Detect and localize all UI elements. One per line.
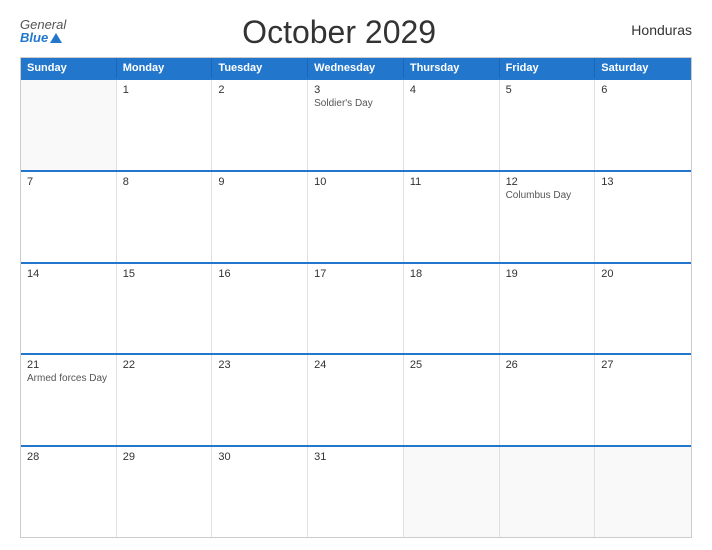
day-number: 26 xyxy=(506,359,589,371)
cal-cell-1-1: 8 xyxy=(117,172,213,262)
day-number: 15 xyxy=(123,268,206,280)
cal-cell-1-2: 9 xyxy=(212,172,308,262)
day-number: 5 xyxy=(506,84,589,96)
day-number: 22 xyxy=(123,359,206,371)
cal-cell-3-3: 24 xyxy=(308,355,404,445)
calendar-week-2: 7 89 10 11 12 Columbus Day 13 xyxy=(21,170,691,262)
day-number: 28 xyxy=(27,451,110,463)
cal-cell-0-3: 3 Soldier's Day xyxy=(308,80,404,170)
day-number: 20 xyxy=(601,268,685,280)
header-sunday: Sunday xyxy=(21,58,117,78)
calendar-header-row: Sunday Monday Tuesday Wednesday Thursday… xyxy=(21,58,691,78)
cal-cell-0-2: 2 xyxy=(212,80,308,170)
cal-cell-1-0: 7 xyxy=(21,172,117,262)
cal-cell-4-0: 28 xyxy=(21,447,117,537)
holiday-label: Soldier's Day xyxy=(314,98,397,109)
cal-cell-4-5 xyxy=(500,447,596,537)
cal-cell-4-3: 31 xyxy=(308,447,404,537)
cal-cell-1-6: 13 xyxy=(595,172,691,262)
calendar-title: October 2029 xyxy=(66,14,612,51)
cal-cell-2-0: 14 xyxy=(21,264,117,354)
day-number: 17 xyxy=(314,268,397,280)
calendar-grid: Sunday Monday Tuesday Wednesday Thursday… xyxy=(20,57,692,538)
header-saturday: Saturday xyxy=(595,58,691,78)
calendar-page: General Blue October 2029 Honduras Sunda… xyxy=(0,0,712,550)
cal-cell-2-3: 17 xyxy=(308,264,404,354)
day-number: 14 xyxy=(27,268,110,280)
day-number: 2 xyxy=(218,84,301,96)
day-number: 12 xyxy=(506,176,589,188)
header-wednesday: Wednesday xyxy=(308,58,404,78)
day-number: 30 xyxy=(218,451,301,463)
header: General Blue October 2029 Honduras xyxy=(20,18,692,51)
country-label: Honduras xyxy=(612,22,692,38)
cal-cell-2-6: 20 xyxy=(595,264,691,354)
day-number: 29 xyxy=(123,451,206,463)
cal-cell-4-1: 29 xyxy=(117,447,213,537)
calendar-week-4: 21 Armed forces Day 22 23 24 25 26 27 xyxy=(21,353,691,445)
day-number: 23 xyxy=(218,359,301,371)
cal-cell-3-0: 21 Armed forces Day xyxy=(21,355,117,445)
day-number: 27 xyxy=(601,359,685,371)
header-monday: Monday xyxy=(117,58,213,78)
holiday-label: Armed forces Day xyxy=(27,373,110,384)
day-number: 18 xyxy=(410,268,493,280)
day-number: 8 xyxy=(123,176,206,188)
cal-cell-4-6 xyxy=(595,447,691,537)
logo: General Blue xyxy=(20,18,66,44)
cal-cell-1-4: 11 xyxy=(404,172,500,262)
day-number: 4 xyxy=(410,84,493,96)
day-number: 31 xyxy=(314,451,397,463)
cal-cell-4-4 xyxy=(404,447,500,537)
cal-cell-3-6: 27 xyxy=(595,355,691,445)
cal-cell-1-3: 10 xyxy=(308,172,404,262)
cal-cell-0-0 xyxy=(21,80,117,170)
cal-cell-2-5: 19 xyxy=(500,264,596,354)
cal-cell-2-4: 18 xyxy=(404,264,500,354)
cal-cell-2-2: 16 xyxy=(212,264,308,354)
logo-triangle-icon xyxy=(50,33,62,43)
cal-cell-3-4: 25 xyxy=(404,355,500,445)
logo-blue-text: Blue xyxy=(20,31,62,44)
calendar-week-3: 14 15 16 17 18 19 20 xyxy=(21,262,691,354)
day-number: 24 xyxy=(314,359,397,371)
day-number: 3 xyxy=(314,84,397,96)
cal-cell-0-1: 1 xyxy=(117,80,213,170)
cal-cell-1-5: 12 Columbus Day xyxy=(500,172,596,262)
header-tuesday: Tuesday xyxy=(212,58,308,78)
day-number: 6 xyxy=(601,84,685,96)
day-number: 1 xyxy=(123,84,206,96)
day-number: 13 xyxy=(601,176,685,188)
cal-cell-0-5: 5 xyxy=(500,80,596,170)
day-number: 10 xyxy=(314,176,397,188)
cal-cell-3-1: 22 xyxy=(117,355,213,445)
calendar-week-5: 28 29 30 31 xyxy=(21,445,691,537)
header-thursday: Thursday xyxy=(404,58,500,78)
cal-cell-3-2: 23 xyxy=(212,355,308,445)
day-number: 9 xyxy=(218,176,301,188)
day-number: 19 xyxy=(506,268,589,280)
day-number: 25 xyxy=(410,359,493,371)
day-number: 7 xyxy=(27,176,110,188)
cal-cell-4-2: 30 xyxy=(212,447,308,537)
header-friday: Friday xyxy=(500,58,596,78)
cal-cell-0-4: 4 xyxy=(404,80,500,170)
cal-cell-0-6: 6 xyxy=(595,80,691,170)
day-number: 11 xyxy=(410,176,493,188)
day-number: 21 xyxy=(27,359,110,371)
cal-cell-3-5: 26 xyxy=(500,355,596,445)
holiday-label: Columbus Day xyxy=(506,190,589,201)
day-number: 16 xyxy=(218,268,301,280)
calendar-week-1: 12 3 Soldier's Day 4 56 xyxy=(21,78,691,170)
cal-cell-2-1: 15 xyxy=(117,264,213,354)
